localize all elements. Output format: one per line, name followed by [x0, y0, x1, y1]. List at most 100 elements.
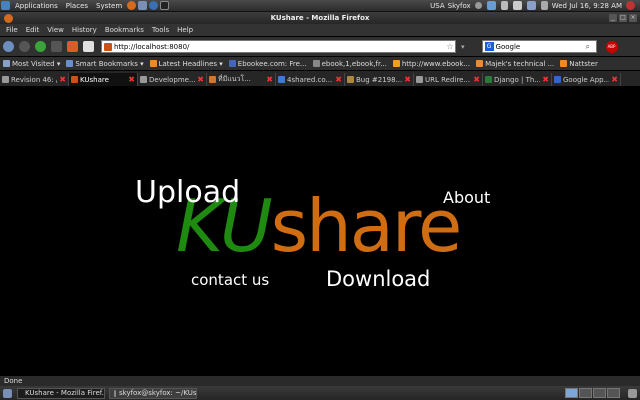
tab-label: Revision 46: /: [11, 75, 58, 84]
tab-close-icon[interactable]: ✖: [335, 75, 342, 84]
bookmark-item[interactable]: Nattster: [560, 60, 598, 68]
places-menu[interactable]: Places: [62, 2, 92, 10]
shutdown-icon[interactable]: [626, 1, 635, 10]
workspace-1[interactable]: [565, 388, 578, 398]
stop-icon[interactable]: [51, 41, 62, 52]
download-link[interactable]: Download: [326, 269, 430, 290]
tab-close-icon[interactable]: ✖: [128, 75, 135, 84]
gnome-foot-icon[interactable]: [1, 1, 10, 10]
volume-icon[interactable]: [540, 1, 548, 10]
tab-favicon-icon: [278, 76, 285, 83]
bookmark-item[interactable]: Smart Bookmarks ▾: [66, 59, 144, 68]
workspace-4[interactable]: [607, 388, 620, 398]
tab-close-icon[interactable]: ✖: [404, 75, 411, 84]
taskbar-item-firefox[interactable]: KUshare - Mozilla Firef...: [17, 387, 105, 399]
bookmark-item[interactable]: Most Visited ▾: [3, 60, 60, 68]
status-bar: Done: [0, 376, 640, 386]
url-bar[interactable]: http://localhost:8080/ ☆: [101, 40, 456, 53]
tab-close-icon[interactable]: ✖: [59, 75, 66, 84]
show-desktop-icon[interactable]: [3, 388, 12, 398]
tab[interactable]: Google App... ✖: [552, 73, 621, 86]
trash-icon[interactable]: [628, 388, 637, 398]
home-icon[interactable]: [67, 41, 78, 52]
menu-edit[interactable]: Edit: [22, 26, 44, 34]
firefox-launcher-icon[interactable]: [127, 1, 137, 10]
minimize-button[interactable]: _: [609, 14, 617, 22]
display-icon[interactable]: [526, 1, 536, 10]
tab-favicon-icon: [71, 76, 78, 83]
about-link[interactable]: About: [443, 190, 490, 206]
tab[interactable]: Developme... ✖: [138, 73, 207, 86]
contact-us-link[interactable]: contact us: [191, 273, 269, 288]
bookmark-label: ebook,1,ebook,fr...: [321, 59, 387, 68]
menu-view[interactable]: View: [43, 26, 68, 34]
network-icon[interactable]: [500, 1, 508, 10]
upload-link[interactable]: Upload: [135, 178, 240, 208]
user-name[interactable]: Skyfox: [448, 2, 471, 10]
google-engine-icon[interactable]: G: [484, 42, 494, 51]
tab-label: Google App...: [563, 75, 610, 84]
tab[interactable]: Revision 46: / ✖: [0, 73, 69, 86]
bookmark-label: Smart Bookmarks ▾: [75, 59, 144, 68]
tab[interactable]: Django | Th... ✖: [483, 73, 552, 86]
reload-icon[interactable]: [35, 41, 46, 52]
tab-close-icon[interactable]: ✖: [473, 75, 480, 84]
keyboard-layout[interactable]: USA: [430, 2, 445, 10]
menu-tools[interactable]: Tools: [148, 26, 173, 34]
mail-launcher-icon[interactable]: [138, 1, 148, 10]
tab[interactable]: Bug #2198... ✖: [345, 73, 414, 86]
clock[interactable]: Wed Jul 16, 9:28 AM: [552, 2, 622, 10]
close-window-button[interactable]: ×: [629, 14, 637, 22]
mail-icon[interactable]: [512, 1, 522, 10]
firefox-window-icon[interactable]: [4, 14, 13, 23]
workspace-switcher: [565, 388, 623, 398]
bookmark-star-icon[interactable]: ☆: [445, 42, 455, 51]
navigation-toolbar: http://localhost:8080/ ☆ ▾ G Google ⌕ AB…: [0, 37, 640, 56]
bookmark-label: Most Visited ▾: [12, 59, 61, 68]
bookmark-icon: [3, 60, 10, 67]
url-input[interactable]: http://localhost:8080/: [114, 43, 443, 51]
terminal-launcher-icon[interactable]: [160, 1, 170, 10]
tab[interactable]: 4shared.co... ✖: [276, 73, 345, 86]
bookmark-item[interactable]: Majek's technical ...: [476, 60, 554, 68]
screenshot-addon-icon[interactable]: [83, 41, 94, 52]
applications-menu[interactable]: Applications: [11, 2, 62, 10]
chat-icon[interactable]: [486, 1, 496, 10]
tab-label: Django | Th...: [494, 75, 541, 84]
adblock-icon[interactable]: ABP: [605, 40, 618, 53]
taskbar-item-terminal[interactable]: skyfox@skyfox: ~/KUs...: [109, 387, 197, 399]
menu-bookmarks[interactable]: Bookmarks: [101, 26, 148, 34]
menu-file[interactable]: File: [2, 26, 22, 34]
tab-close-icon[interactable]: ✖: [611, 75, 618, 84]
workspace-2[interactable]: [579, 388, 592, 398]
url-dropdown-icon[interactable]: ▾: [461, 43, 465, 51]
search-box[interactable]: G Google ⌕: [481, 40, 597, 53]
window-titlebar[interactable]: KUshare - Mozilla Firefox _ □ ×: [0, 12, 640, 24]
bookmark-item[interactable]: ebook,1,ebook,fr...: [312, 59, 387, 68]
system-menu[interactable]: System: [92, 2, 126, 10]
tab[interactable]: ที่มีแนวโ... ✖: [207, 73, 276, 86]
tab-close-icon[interactable]: ✖: [542, 75, 549, 84]
tab-close-icon[interactable]: ✖: [266, 75, 273, 84]
tab-bar: Revision 46: / ✖ KUshare ✖ Developme... ✖ ที่ม…: [0, 71, 640, 86]
bookmark-icon: [228, 60, 236, 67]
tab-close-icon[interactable]: ✖: [197, 75, 204, 84]
tab[interactable]: URL Redire... ✖: [414, 73, 483, 86]
workspace-3[interactable]: [593, 388, 606, 398]
help-launcher-icon[interactable]: [149, 1, 159, 10]
tab[interactable]: KUshare ✖: [69, 73, 138, 86]
menu-help[interactable]: Help: [173, 26, 197, 34]
power-icon[interactable]: [474, 2, 482, 9]
search-input[interactable]: Google: [496, 43, 584, 51]
search-go-icon[interactable]: ⌕: [586, 42, 596, 52]
maximize-button[interactable]: □: [619, 14, 627, 22]
bookmark-item[interactable]: Latest Headlines ▾: [149, 60, 223, 68]
system-tray: USA Skyfox Wed Jul 16, 9:28 AM: [430, 1, 640, 10]
tab-favicon-icon: [554, 76, 561, 83]
taskbar-item-label: skyfox@skyfox: ~/KUs...: [119, 389, 197, 397]
menu-history[interactable]: History: [68, 26, 101, 34]
back-arrow-icon[interactable]: [3, 41, 14, 52]
forward-arrow-icon[interactable]: [19, 41, 30, 52]
bookmark-item[interactable]: Ebookee.com: Fre...: [228, 60, 307, 68]
bookmark-item[interactable]: http://www.ebook...: [392, 60, 470, 68]
